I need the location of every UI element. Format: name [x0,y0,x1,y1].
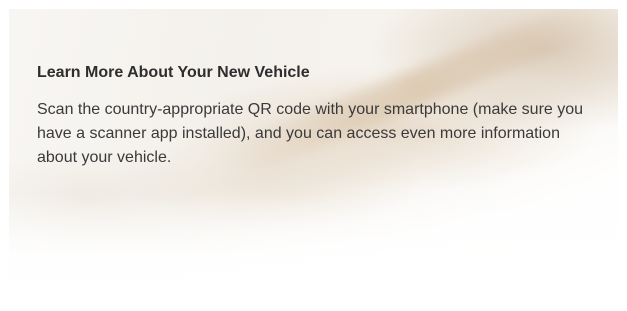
card-body-text: Scan the country-appropriate QR code wit… [37,101,584,166]
page: Learn More About Your New Vehicle Scan t… [0,0,627,311]
card-heading: Learn More About Your New Vehicle [37,64,310,81]
background-fade [9,192,618,302]
card-content: Learn More About Your New Vehicle Scan t… [37,63,597,170]
info-card: Learn More About Your New Vehicle Scan t… [9,9,618,302]
